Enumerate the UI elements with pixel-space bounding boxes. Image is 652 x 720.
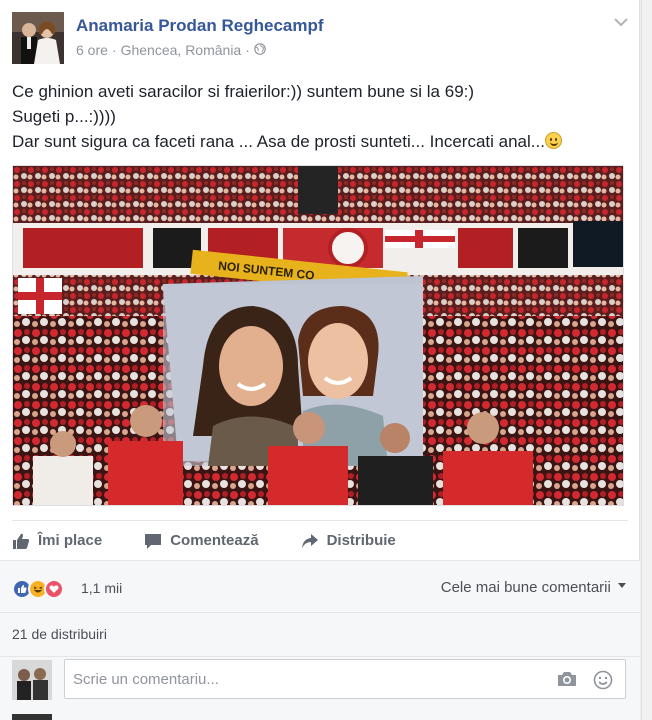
- reaction-icons[interactable]: [12, 579, 64, 599]
- post-time[interactable]: 6 ore: [76, 42, 108, 58]
- share-button[interactable]: Distribuie: [301, 532, 396, 550]
- comment-sort-dropdown[interactable]: Cele mai bune comentarii: [441, 579, 626, 596]
- comment-input[interactable]: Scrie un comentariu...: [64, 659, 626, 699]
- meta-separator: ·: [245, 42, 250, 58]
- post-body: Ce ghinion aveti saracilor si fraierilor…: [12, 79, 628, 154]
- globe-icon[interactable]: [254, 42, 266, 58]
- comment-button[interactable]: Comentează: [144, 532, 259, 550]
- comment-placeholder: Scrie un comentariu...: [73, 671, 219, 688]
- emoji-icon[interactable]: [593, 670, 613, 695]
- thumbs-up-icon: [12, 532, 30, 550]
- post-line: Sugeti p...:)))): [12, 107, 116, 126]
- sort-label: Cele mai bune comentarii: [440, 579, 611, 596]
- post-header: Anamaria Prodan Reghecampf 6 ore · Ghenc…: [12, 12, 628, 64]
- smile-emoji-icon: [544, 132, 562, 149]
- post-card: Anamaria Prodan Reghecampf 6 ore · Ghenc…: [0, 0, 640, 720]
- share-label: Distribuie: [326, 532, 396, 549]
- user-avatar[interactable]: [12, 660, 52, 700]
- post-location[interactable]: Ghencea, România: [121, 42, 242, 58]
- post-meta: 6 ore · Ghencea, România ·: [76, 42, 266, 58]
- author-avatar[interactable]: [12, 12, 64, 64]
- shares-row: 21 de distribuiri: [0, 612, 640, 656]
- like-button[interactable]: Îmi place: [12, 532, 102, 550]
- next-comment-avatar: [12, 714, 52, 720]
- chevron-down-icon[interactable]: [614, 14, 628, 30]
- comment-label: Comentează: [170, 532, 259, 549]
- shares-count[interactable]: 21 de distribuiri: [12, 626, 107, 642]
- post-line: Dar sunt sigura ca faceti rana ... Asa d…: [12, 129, 628, 154]
- post-line: Ce ghinion aveti saracilor si fraierilor…: [12, 82, 475, 101]
- love-reaction-icon: [44, 579, 64, 599]
- author-name[interactable]: Anamaria Prodan Reghecampf: [76, 16, 324, 36]
- post-photo[interactable]: NOI SUNTEM CO: [12, 165, 624, 506]
- reactions-summary: 1,1 mii Cele mai bune comentarii: [0, 560, 640, 612]
- share-arrow-icon: [301, 532, 319, 550]
- comment-composer: Scrie un comentariu...: [0, 656, 640, 720]
- reaction-count[interactable]: 1,1 mii: [81, 580, 122, 596]
- meta-separator: ·: [111, 42, 117, 58]
- camera-icon[interactable]: [557, 670, 577, 693]
- scrollbar[interactable]: [641, 0, 652, 720]
- comment-icon: [144, 532, 162, 550]
- caret-down-icon: [615, 579, 626, 596]
- post-actions: Îmi place Comentează Distribuie: [12, 520, 628, 560]
- post-line-text: Dar sunt sigura ca faceti rana ... Asa d…: [12, 132, 545, 151]
- like-label: Îmi place: [38, 532, 103, 549]
